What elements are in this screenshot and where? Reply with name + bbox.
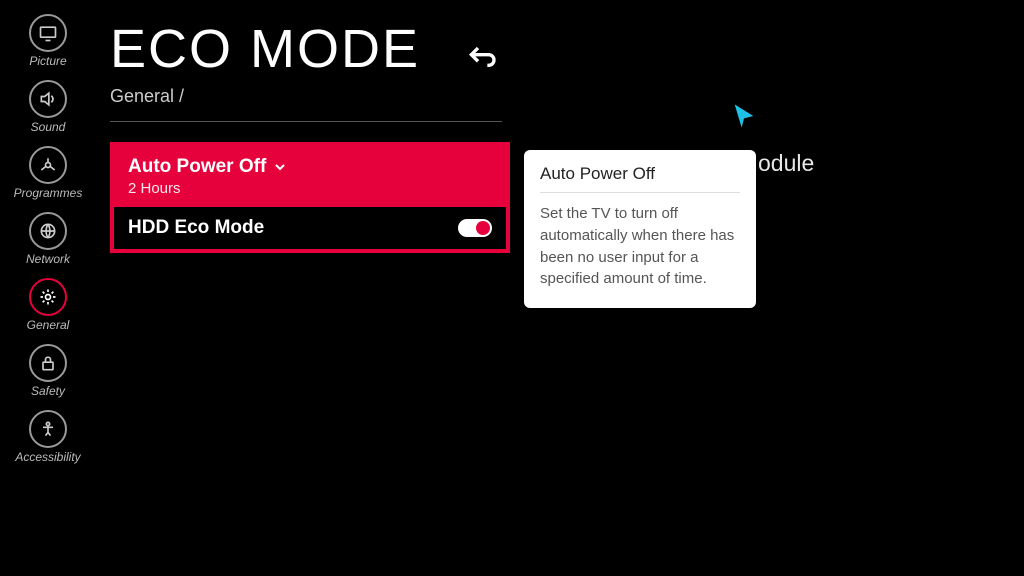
sidebar-item-label: Network: [26, 252, 70, 266]
setting-row-title: Auto Power Off: [128, 156, 492, 178]
sidebar-item-label: Safety: [31, 384, 65, 398]
sidebar-item-accessibility[interactable]: Accessibility: [0, 406, 96, 466]
sidebar-item-label: Programmes: [14, 186, 83, 200]
settings-list: Auto Power Off 2 Hours HDD Eco Mode: [110, 142, 510, 253]
sidebar-item-label: Accessibility: [15, 450, 80, 464]
gear-icon: [29, 278, 67, 316]
setting-auto-power-off[interactable]: Auto Power Off 2 Hours: [114, 146, 506, 207]
setting-value: 2 Hours: [128, 180, 492, 197]
setting-label: HDD Eco Mode: [128, 217, 264, 239]
sidebar-item-programmes[interactable]: Programmes: [0, 142, 96, 202]
breadcrumb: General /: [110, 86, 1024, 107]
sidebar-item-general[interactable]: General: [0, 274, 96, 334]
chevron-down-icon: [272, 159, 288, 175]
tooltip-title: Auto Power Off: [540, 164, 740, 193]
accessibility-icon: [29, 410, 67, 448]
sidebar-item-sound[interactable]: Sound: [0, 76, 96, 136]
back-icon: [466, 40, 498, 72]
tooltip-body: Set the TV to turn off automatically whe…: [540, 203, 740, 290]
sidebar-item-label: General: [27, 318, 70, 332]
divider: [110, 121, 502, 122]
sidebar-item-label: Picture: [29, 54, 66, 68]
sidebar-item-safety[interactable]: Safety: [0, 340, 96, 400]
picture-icon: [29, 14, 67, 52]
toggle-switch[interactable]: [458, 219, 492, 237]
sidebar-item-picture[interactable]: Picture: [0, 10, 96, 70]
setting-label: Auto Power Off: [128, 156, 266, 178]
obscured-text: odule: [758, 150, 814, 177]
cursor-pointer-icon: [730, 102, 758, 130]
lock-icon: [29, 344, 67, 382]
page-title: ECO MODE: [110, 18, 1024, 80]
setting-hdd-eco-mode[interactable]: HDD Eco Mode: [114, 207, 506, 249]
sound-icon: [29, 80, 67, 118]
help-tooltip: Auto Power Off Set the TV to turn off au…: [524, 150, 756, 308]
sidebar: Picture Sound Programmes Network General…: [0, 0, 96, 576]
sidebar-item-label: Sound: [31, 120, 66, 134]
toggle-knob: [476, 221, 490, 235]
back-button[interactable]: [466, 40, 498, 72]
network-icon: [29, 212, 67, 250]
sidebar-item-network[interactable]: Network: [0, 208, 96, 268]
programmes-icon: [29, 146, 67, 184]
